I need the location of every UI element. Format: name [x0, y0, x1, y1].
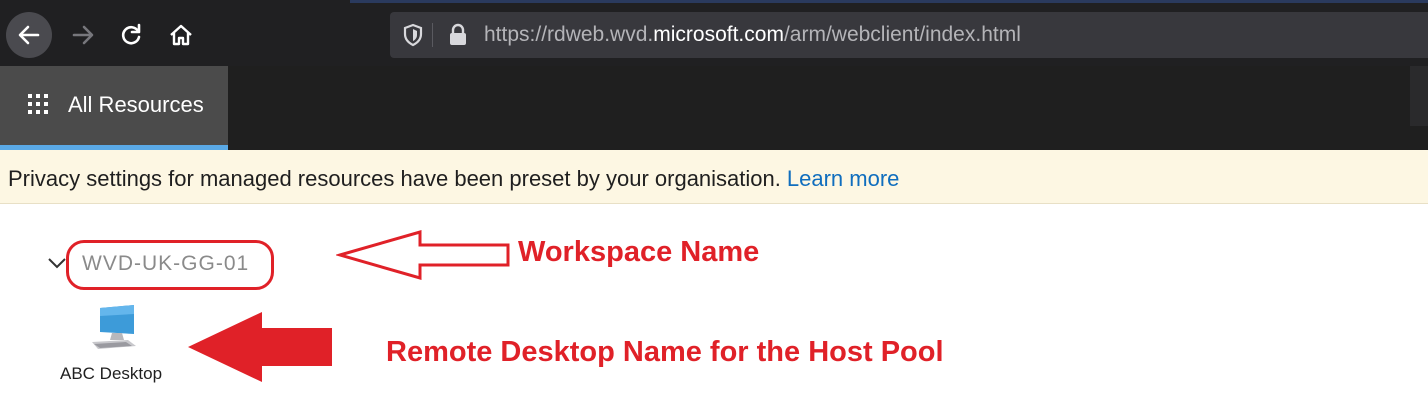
- annotation-workspace-name: Workspace Name: [518, 236, 760, 268]
- tab-all-resources[interactable]: All Resources: [0, 66, 228, 150]
- url-prefix: https://rdweb.wvd.: [484, 23, 654, 46]
- address-bar[interactable]: https://rdweb.wvd.microsoft.com/arm/webc…: [390, 12, 1428, 58]
- address-divider: [432, 23, 433, 47]
- back-button[interactable]: [6, 12, 52, 58]
- reload-icon: [121, 23, 141, 45]
- outline-arrow-left-icon: [336, 230, 510, 280]
- reload-button[interactable]: [108, 12, 154, 58]
- home-button[interactable]: [158, 12, 204, 58]
- url-domain: microsoft.com: [653, 23, 784, 46]
- url-path: /arm/webclient/index.html: [783, 23, 1021, 46]
- shield-icon[interactable]: [402, 23, 424, 47]
- privacy-banner: Privacy settings for managed resources h…: [0, 150, 1428, 204]
- home-icon: [170, 24, 192, 46]
- arrow-left-icon: [18, 25, 40, 45]
- scrollbar[interactable]: [1410, 66, 1428, 126]
- tab-label: All Resources: [68, 92, 204, 117]
- privacy-message-row: Privacy settings for managed resources h…: [8, 166, 899, 192]
- lock-icon[interactable]: [448, 23, 468, 47]
- app-grid-icon: [28, 94, 48, 114]
- resource-label[interactable]: ABC Desktop: [60, 364, 162, 384]
- learn-more-link[interactable]: Learn more: [787, 166, 900, 191]
- browser-toolbar: https://rdweb.wvd.microsoft.com/arm/webc…: [0, 0, 1428, 66]
- annotation-desktop-name: Remote Desktop Name for the Host Pool: [386, 336, 944, 368]
- url-text[interactable]: https://rdweb.wvd.microsoft.com/arm/webc…: [484, 23, 1021, 47]
- desktop-icon[interactable]: [88, 302, 140, 354]
- window-accent-line: [350, 0, 1428, 3]
- privacy-message: Privacy settings for managed resources h…: [8, 166, 781, 191]
- chevron-down-icon[interactable]: [46, 252, 68, 274]
- arrow-right-icon: [72, 25, 94, 45]
- forward-button[interactable]: [60, 12, 106, 58]
- workspace-highlight-oval: [66, 240, 274, 290]
- solid-arrow-left-icon: [188, 312, 332, 382]
